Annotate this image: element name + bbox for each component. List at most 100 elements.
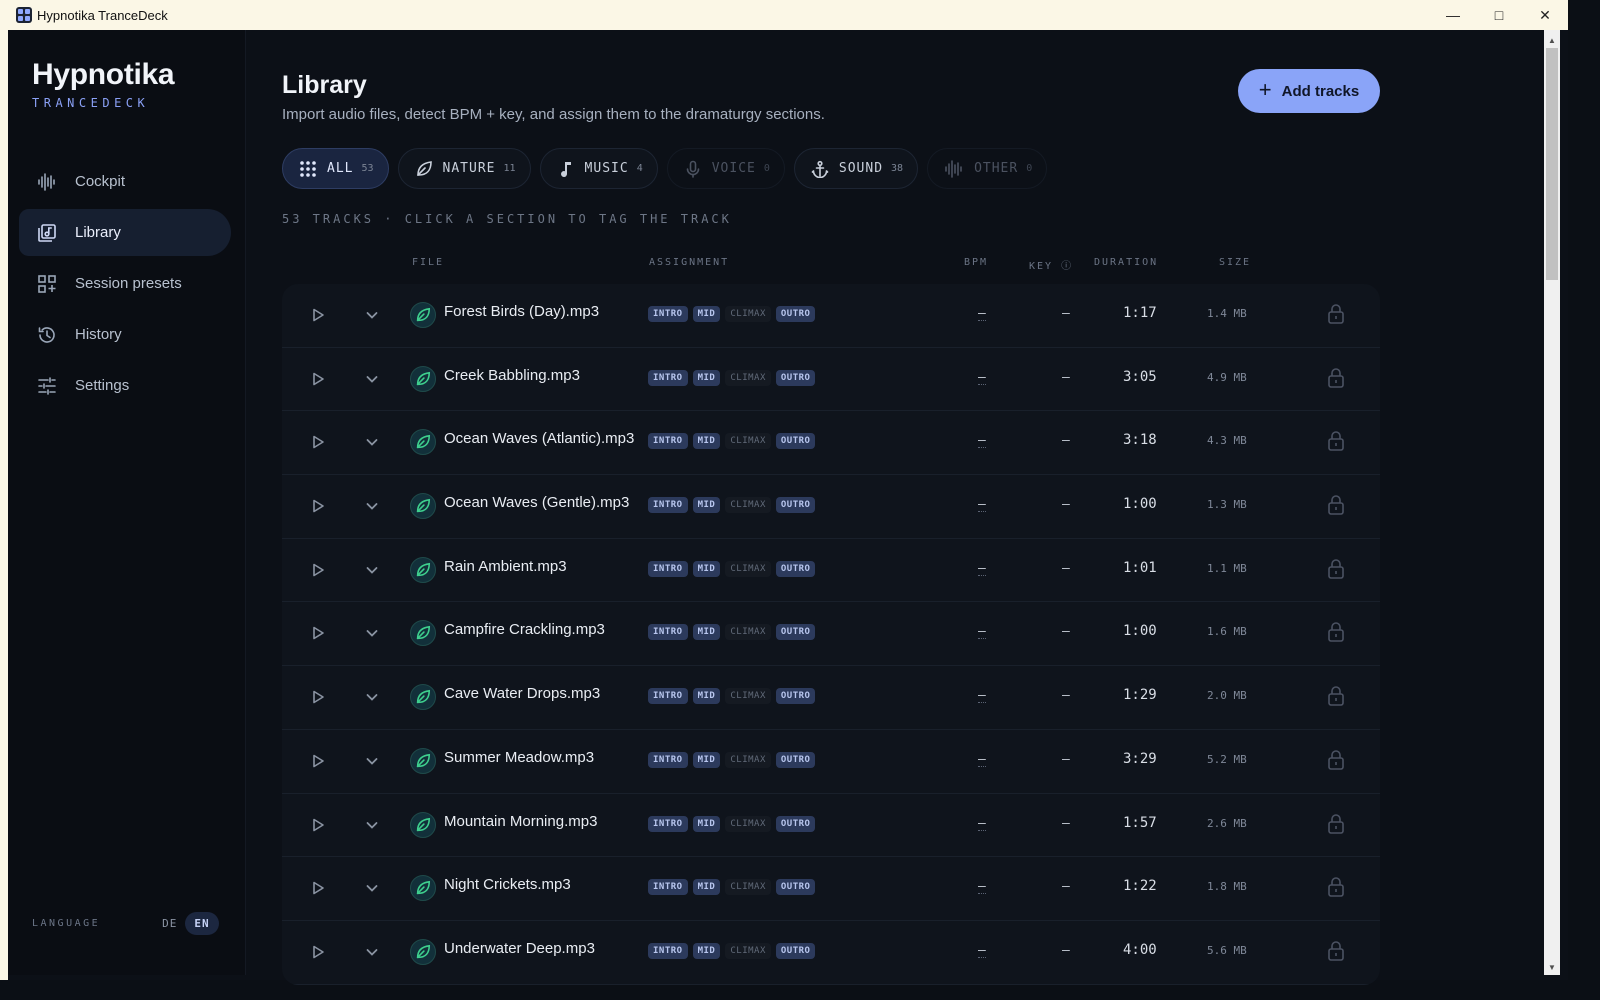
section-tag-intro[interactable]: INTRO [648, 751, 688, 768]
section-tag-climax[interactable]: CLIMAX [725, 688, 771, 705]
table-row[interactable]: Night Crickets.mp3 INTRO MID CLIMAX OUTRO –… [282, 857, 1380, 921]
section-tag-mid[interactable]: MID [692, 879, 721, 896]
table-row[interactable]: Cave Water Drops.mp3 INTRO MID CLIMAX OUTRO… [282, 666, 1380, 730]
section-tag-climax[interactable]: CLIMAX [725, 369, 771, 386]
play-icon[interactable] [310, 307, 326, 323]
column-file[interactable]: FILE [412, 257, 444, 268]
filter-music[interactable]: MUSIC 4 [539, 148, 658, 189]
section-tag-outro[interactable]: OUTRO [775, 879, 816, 896]
section-tag-climax[interactable]: CLIMAX [725, 560, 771, 577]
play-icon[interactable] [310, 817, 326, 833]
play-icon[interactable] [310, 562, 326, 578]
lock-icon[interactable] [1327, 367, 1345, 389]
chevron-down-icon[interactable] [364, 625, 380, 641]
section-tag-climax[interactable]: CLIMAX [725, 879, 771, 896]
language-option-en[interactable]: EN [185, 912, 219, 935]
scroll-down-icon[interactable]: ▼ [1544, 959, 1560, 975]
section-tag-mid[interactable]: MID [692, 688, 721, 705]
section-tag-mid[interactable]: MID [692, 624, 721, 641]
table-row[interactable]: Forest Birds (Day).mp3 INTRO MID CLIMAX OUT… [282, 284, 1380, 348]
section-tag-mid[interactable]: MID [692, 815, 721, 832]
track-bpm[interactable]: – [978, 941, 986, 958]
section-tag-mid[interactable]: MID [692, 433, 721, 450]
section-tag-outro[interactable]: OUTRO [775, 815, 816, 832]
section-tag-intro[interactable]: INTRO [648, 433, 688, 450]
column-size[interactable]: SIZE [1219, 257, 1251, 268]
section-tag-mid[interactable]: MID [692, 560, 721, 577]
section-tag-climax[interactable]: CLIMAX [725, 624, 771, 641]
chevron-down-icon[interactable] [364, 307, 380, 323]
close-icon[interactable]: ✕ [1522, 0, 1568, 30]
chevron-down-icon[interactable] [364, 817, 380, 833]
track-bpm[interactable]: – [978, 877, 986, 895]
section-tag-mid[interactable]: MID [692, 306, 721, 322]
section-tag-climax[interactable]: CLIMAX [725, 815, 771, 832]
section-tag-outro[interactable]: OUTRO [775, 624, 816, 641]
lock-icon[interactable] [1327, 940, 1345, 962]
filter-nature[interactable]: NATURE 11 [397, 148, 531, 189]
section-tag-outro[interactable]: OUTRO [775, 942, 816, 959]
section-tag-climax[interactable]: CLIMAX [725, 942, 771, 959]
section-tag-outro[interactable]: OUTRO [775, 497, 816, 514]
lock-icon[interactable] [1327, 876, 1345, 898]
section-tag-intro[interactable]: INTRO [648, 369, 688, 386]
sidebar-item-history[interactable]: History [19, 311, 231, 358]
table-row[interactable]: Campfire Crackling.mp3 INTRO MID CLIMAX OUT… [282, 602, 1380, 667]
section-tag-intro[interactable]: INTRO [648, 497, 688, 514]
sidebar-item-library[interactable]: Library [19, 209, 231, 256]
table-row[interactable]: Ocean Waves (Gentle).mp3 INTRO MID CLIMAX O… [282, 475, 1380, 539]
section-tag-intro[interactable]: INTRO [648, 942, 688, 959]
table-row[interactable]: Mountain Morning.mp3 INTRO MID CLIMAX OUTRO… [282, 794, 1380, 858]
maximize-icon[interactable]: □ [1476, 0, 1522, 30]
filter-sound[interactable]: SOUND 38 [793, 148, 919, 189]
table-row[interactable]: Summer Meadow.mp3 INTRO MID CLIMAX OUTRO – … [282, 730, 1380, 794]
section-tag-mid[interactable]: MID [692, 369, 721, 386]
section-tag-outro[interactable]: OUTRO [775, 688, 816, 705]
chevron-down-icon[interactable] [364, 944, 380, 960]
play-icon[interactable] [310, 371, 326, 387]
lock-icon[interactable] [1327, 494, 1345, 516]
section-tag-intro[interactable]: INTRO [648, 306, 688, 322]
play-icon[interactable] [310, 944, 326, 960]
lock-icon[interactable] [1327, 303, 1345, 325]
scroll-up-icon[interactable]: ▲ [1544, 32, 1560, 48]
lock-icon[interactable] [1327, 749, 1345, 771]
table-row[interactable]: Rain Ambient.mp3 INTRO MID CLIMAX OUTRO – –… [282, 539, 1380, 603]
sidebar-item-settings[interactable]: Settings [19, 362, 231, 409]
play-icon[interactable] [310, 880, 326, 896]
lock-icon[interactable] [1327, 430, 1345, 452]
chevron-down-icon[interactable] [364, 562, 380, 578]
column-bpm[interactable]: BPM [964, 257, 988, 268]
play-icon[interactable] [310, 625, 326, 641]
section-tag-intro[interactable]: INTRO [648, 879, 688, 896]
language-option-de[interactable]: DE [162, 917, 177, 930]
track-bpm[interactable]: – [978, 622, 986, 640]
chevron-down-icon[interactable] [364, 371, 380, 387]
chevron-down-icon[interactable] [364, 880, 380, 896]
info-icon[interactable]: ⓘ [1061, 261, 1071, 272]
sidebar-item-session-presets[interactable]: Session presets [19, 260, 231, 307]
scrollbar-thumb[interactable] [1546, 48, 1558, 280]
section-tag-climax[interactable]: CLIMAX [725, 433, 771, 450]
section-tag-climax[interactable]: CLIMAX [725, 751, 771, 768]
section-tag-mid[interactable]: MID [692, 942, 721, 959]
section-tag-intro[interactable]: INTRO [648, 688, 688, 705]
filter-voice[interactable]: VOICE 0 [666, 148, 785, 189]
section-tag-mid[interactable]: MID [692, 751, 721, 768]
filter-other[interactable]: OTHER 0 [927, 148, 1048, 189]
lock-icon[interactable] [1327, 558, 1345, 580]
track-bpm[interactable]: – [978, 431, 986, 449]
section-tag-outro[interactable]: OUTRO [775, 306, 816, 322]
add-tracks-button[interactable]: + Add tracks [1238, 69, 1380, 113]
lock-icon[interactable] [1327, 685, 1345, 707]
section-tag-outro[interactable]: OUTRO [775, 751, 816, 768]
track-bpm[interactable]: – [978, 559, 986, 576]
chevron-down-icon[interactable] [364, 689, 380, 705]
play-icon[interactable] [310, 434, 326, 450]
filter-all[interactable]: ALL 53 [282, 148, 389, 189]
track-bpm[interactable]: – [978, 495, 986, 513]
table-row[interactable]: Creek Babbling.mp3 INTRO MID CLIMAX OUTRO –… [282, 348, 1380, 412]
play-icon[interactable] [310, 498, 326, 514]
chevron-down-icon[interactable] [364, 753, 380, 769]
section-tag-outro[interactable]: OUTRO [775, 369, 816, 386]
